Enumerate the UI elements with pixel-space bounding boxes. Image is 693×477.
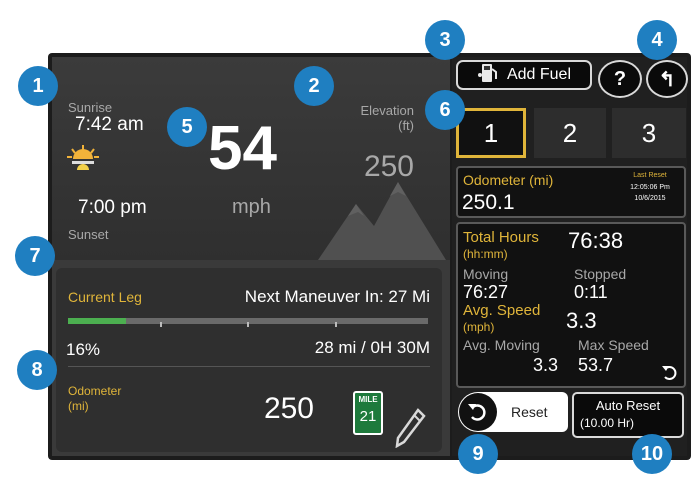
reset-label: Reset [511, 404, 548, 420]
callout-3: 3 [425, 20, 465, 60]
moving-label: Moving [463, 266, 509, 282]
odometer-label: Odometer [68, 384, 122, 398]
leg-odometer-value: 250 [263, 392, 314, 425]
divider [68, 366, 430, 367]
progress-tick [335, 322, 337, 327]
avg-speed-value: 3.3 [566, 308, 597, 333]
reset-button[interactable]: Reset [458, 392, 568, 432]
reset-icon [459, 393, 497, 431]
callout-10: 10 [632, 434, 672, 474]
mile-sign-top: MILE [358, 395, 378, 404]
back-arrow-icon: ↰ [658, 68, 676, 91]
reset-max-speed-icon[interactable] [661, 363, 679, 386]
elevation-unit: (ft) [398, 118, 414, 133]
sun-icon [66, 144, 100, 175]
current-leg-label: Current Leg [68, 289, 142, 305]
progress-tick [247, 322, 249, 327]
last-reset-label: Last Reset [633, 172, 667, 179]
callout-5: 5 [167, 107, 207, 147]
callout-7: 7 [15, 236, 55, 276]
add-fuel-button[interactable]: Add Fuel [456, 60, 592, 90]
auto-reset-label: Auto Reset [595, 398, 661, 413]
avg-moving-value: 3.3 [532, 355, 558, 375]
help-icon: ? [613, 67, 627, 90]
odometer-value: 250.1 [462, 191, 515, 214]
tab-trip-1[interactable]: 1 [456, 108, 526, 158]
callout-1: 1 [18, 66, 58, 106]
elevation-label: Elevation [360, 103, 414, 118]
avg-speed-label: Avg. Speed [463, 302, 541, 319]
total-hours-value: 76:38 [568, 228, 624, 253]
sunrise-label: Sunrise [68, 100, 113, 115]
tab-trip-2[interactable]: 2 [534, 108, 606, 158]
callout-4: 4 [637, 20, 677, 60]
tab-label: 3 [641, 117, 657, 148]
next-maneuver: Next Maneuver In: 27 Mi [244, 287, 430, 306]
max-speed-label: Max Speed [578, 337, 649, 353]
speed-value: 54 [208, 114, 277, 183]
last-reset-time: 12:05:06 Pm [630, 184, 670, 191]
mile-marker-sign: MILE 21 [353, 391, 383, 435]
mountain-icon [318, 176, 446, 265]
callout-6: 6 [425, 90, 465, 130]
callout-2: 2 [294, 66, 334, 106]
total-hours-label: Total Hours [463, 229, 539, 246]
mile-sign-number: 21 [359, 408, 377, 425]
help-button[interactable]: ? [598, 60, 642, 98]
moving-value: 76:27 [463, 282, 509, 302]
auto-reset-button[interactable]: Auto Reset (10.00 Hr) [572, 392, 684, 438]
auto-reset-value: (10.00 Hr) [580, 416, 635, 430]
odometer-label: Odometer (mi) [463, 172, 554, 188]
stopped-value: 0:11 [574, 282, 608, 302]
callout-9: 9 [458, 434, 498, 474]
back-button[interactable]: ↰ [646, 60, 688, 98]
sunrise-time: 7:42 am [75, 114, 144, 135]
stopped-label: Stopped [574, 266, 627, 282]
tab-label: 1 [483, 117, 499, 148]
speed-unit: mph [232, 196, 271, 218]
sunset-label: Sunset [68, 227, 109, 242]
last-reset-date: 10/6/2015 [634, 195, 666, 202]
fuel-pump-icon [477, 63, 499, 88]
distance-time: 28 mi / 0H 30M [314, 338, 430, 357]
avg-moving-label: Avg. Moving [463, 337, 540, 353]
sunset-time: 7:00 pm [78, 197, 147, 218]
total-hours-unit: (hh:mm) [463, 247, 508, 261]
avg-speed-unit: (mph) [463, 320, 495, 334]
leg-progress-fill [68, 318, 126, 324]
progress-percent: 16% [66, 340, 101, 359]
callout-8: 8 [17, 350, 57, 390]
tab-trip-3[interactable]: 3 [612, 108, 686, 158]
max-speed-value: 53.7 [578, 355, 614, 375]
progress-tick [160, 322, 162, 327]
tab-label: 2 [562, 117, 578, 148]
odometer-unit: (mi) [68, 399, 89, 413]
add-fuel-label: Add Fuel [506, 66, 572, 83]
edit-pencil-icon[interactable] [394, 408, 426, 453]
